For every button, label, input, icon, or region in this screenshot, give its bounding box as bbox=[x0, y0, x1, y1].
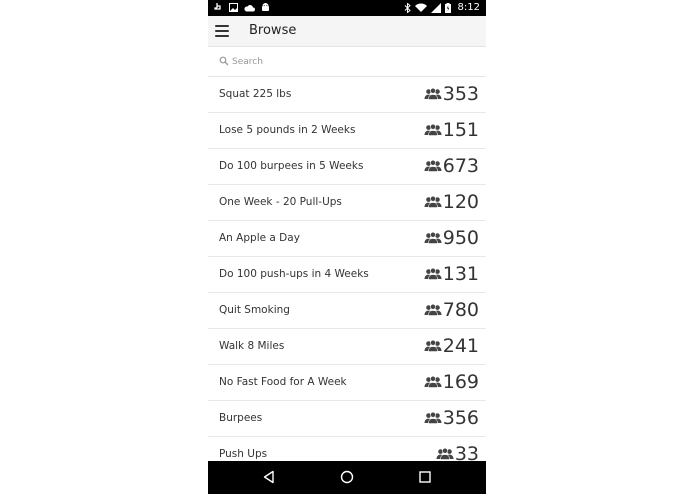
battery-icon bbox=[444, 2, 451, 13]
list-item-label: One Week - 20 Pull-Ups bbox=[219, 196, 342, 208]
recents-icon[interactable] bbox=[417, 469, 433, 485]
back-icon[interactable] bbox=[261, 469, 277, 485]
wifi-icon bbox=[414, 3, 427, 12]
people-icon bbox=[424, 124, 442, 136]
people-icon bbox=[424, 304, 442, 316]
cloud-icon bbox=[244, 4, 255, 11]
participant-count-value: 356 bbox=[442, 407, 479, 429]
participant-count: 356 bbox=[424, 407, 479, 429]
app-bar: Browse bbox=[208, 16, 486, 47]
list-item[interactable]: Do 100 push-ups in 4 Weeks 131 bbox=[208, 257, 486, 293]
people-icon bbox=[424, 412, 442, 424]
phone-screen: 8:12 Browse Squat 225 lbs 353 Lose 5 pound… bbox=[208, 0, 486, 494]
android-icon bbox=[262, 3, 269, 11]
bluetooth-icon bbox=[404, 2, 411, 13]
status-time: 8:12 bbox=[457, 2, 480, 13]
status-bar: 8:12 bbox=[208, 0, 486, 16]
list-item[interactable]: Walk 8 Miles 241 bbox=[208, 329, 486, 365]
list-item[interactable]: An Apple a Day 950 bbox=[208, 221, 486, 257]
list-item[interactable]: No Fast Food for A Week 169 bbox=[208, 365, 486, 401]
hand-icon bbox=[214, 3, 221, 10]
people-icon bbox=[436, 448, 454, 460]
participant-count-value: 780 bbox=[442, 299, 479, 321]
home-icon[interactable] bbox=[339, 469, 355, 485]
search-bar bbox=[208, 47, 486, 77]
participant-count: 120 bbox=[424, 191, 479, 213]
people-icon bbox=[424, 160, 442, 172]
participant-count: 151 bbox=[424, 119, 479, 141]
signal-icon bbox=[430, 2, 441, 13]
participant-count: 131 bbox=[424, 263, 479, 285]
list-item-label: Do 100 push-ups in 4 Weeks bbox=[219, 268, 369, 280]
challenge-list: Squat 225 lbs 353 Lose 5 pounds in 2 Weeks… bbox=[208, 77, 486, 473]
list-item[interactable]: Quit Smoking 780 bbox=[208, 293, 486, 329]
participant-count-value: 131 bbox=[442, 263, 479, 285]
hamburger-menu-icon[interactable] bbox=[215, 25, 229, 37]
search-icon bbox=[219, 56, 229, 66]
status-notifications bbox=[214, 2, 270, 13]
participant-count-value: 673 bbox=[442, 155, 479, 177]
status-system: 8:12 bbox=[404, 2, 480, 13]
participant-count: 241 bbox=[424, 335, 479, 357]
participant-count-value: 353 bbox=[442, 83, 479, 105]
participant-count-value: 151 bbox=[442, 119, 479, 141]
people-icon bbox=[424, 376, 442, 388]
participant-count-value: 241 bbox=[442, 335, 479, 357]
participant-count-value: 169 bbox=[442, 371, 479, 393]
people-icon bbox=[424, 88, 442, 100]
list-item[interactable]: Squat 225 lbs 353 bbox=[208, 77, 486, 113]
list-item-label: Do 100 burpees in 5 Weeks bbox=[219, 160, 364, 172]
list-item-label: Burpees bbox=[219, 412, 263, 424]
navigation-bar bbox=[208, 461, 486, 494]
list-item[interactable]: Do 100 burpees in 5 Weeks 673 bbox=[208, 149, 486, 185]
participant-count-value: 950 bbox=[442, 227, 479, 249]
list-item-label: Quit Smoking bbox=[219, 304, 290, 316]
people-icon bbox=[424, 196, 442, 208]
people-icon bbox=[424, 268, 442, 280]
people-icon bbox=[424, 232, 442, 244]
participant-count: 780 bbox=[424, 299, 479, 321]
list-item-label: Squat 225 lbs bbox=[219, 88, 292, 100]
people-icon bbox=[424, 340, 442, 352]
page-title: Browse bbox=[249, 23, 297, 38]
list-item-label: An Apple a Day bbox=[219, 232, 300, 244]
participant-count: 673 bbox=[424, 155, 479, 177]
participant-count: 169 bbox=[424, 371, 479, 393]
participant-count: 950 bbox=[424, 227, 479, 249]
list-item-label: Lose 5 pounds in 2 Weeks bbox=[219, 124, 356, 136]
participant-count-value: 120 bbox=[442, 191, 479, 213]
list-item-label: Walk 8 Miles bbox=[219, 340, 285, 352]
image-icon bbox=[229, 3, 238, 12]
list-item[interactable]: Lose 5 pounds in 2 Weeks 151 bbox=[208, 113, 486, 149]
participant-count: 353 bbox=[424, 83, 479, 105]
search-input[interactable] bbox=[230, 53, 464, 71]
list-item[interactable]: Burpees 356 bbox=[208, 401, 486, 437]
list-item-label: Push Ups bbox=[219, 448, 268, 460]
list-item-label: No Fast Food for A Week bbox=[219, 376, 347, 388]
list-item[interactable]: One Week - 20 Pull-Ups 120 bbox=[208, 185, 486, 221]
